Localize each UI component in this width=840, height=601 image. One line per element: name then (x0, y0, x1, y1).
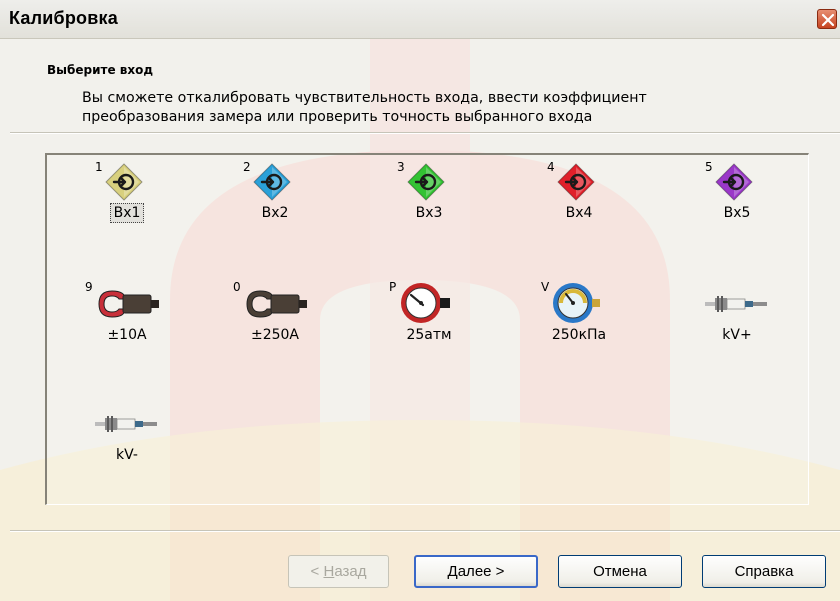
step-description-line1: Вы сможете откалибровать чувствительност… (82, 90, 647, 106)
input-tile[interactable]: kV+ (687, 275, 787, 363)
input-number: 5 (705, 160, 713, 174)
input-tile[interactable]: 3 Вх3 (379, 155, 479, 243)
next-button[interactable]: Далее > (414, 555, 538, 588)
input-label: kV+ (722, 327, 752, 343)
input-connector-icon (557, 163, 595, 201)
spark-plug-icon (95, 416, 157, 432)
input-tile[interactable]: 5 Вх5 (687, 155, 787, 243)
input-label-box: Вх3 (379, 205, 479, 221)
input-label-box: Вх1 (77, 203, 177, 223)
input-label-box: kV- (77, 447, 177, 463)
input-connector-icon (105, 163, 143, 201)
step-title: Выберите вход (47, 63, 154, 77)
input-number: 9 (85, 280, 93, 294)
input-label-box: Вх4 (529, 205, 629, 221)
input-tile[interactable]: kV- (77, 395, 177, 483)
input-list[interactable]: 1 Вх1 2 Вх2 3 Вх3 4 Вх4 5 Вх5 9 ±10А 0 ±… (45, 153, 809, 505)
input-tile[interactable]: 2 Вх2 (225, 155, 325, 243)
input-tile[interactable]: 1 Вх1 (77, 155, 177, 243)
input-label: Вх2 (261, 205, 289, 221)
current-clamp-icon (98, 290, 159, 318)
input-label-box: ±250А (225, 327, 325, 343)
input-tile[interactable]: 4 Вх4 (529, 155, 629, 243)
header-divider (10, 132, 840, 134)
spark-plug-icon (705, 296, 767, 312)
input-label-box: Вх5 (687, 205, 787, 221)
close-button[interactable] (817, 9, 837, 29)
input-label-box: kV+ (687, 327, 787, 343)
input-label: ±10А (107, 327, 147, 343)
next-button-rest: алее > (457, 563, 505, 580)
input-label: 25атм (406, 327, 452, 343)
input-number: 4 (547, 160, 555, 174)
help-button[interactable]: Справка (702, 555, 826, 588)
window-title: Калибровка (9, 8, 118, 28)
input-label: Вх5 (723, 205, 751, 221)
input-label: Вх1 (109, 203, 145, 223)
input-number: P (389, 280, 397, 294)
input-label-box: ±10А (77, 327, 177, 343)
pressure-gauge-icon (401, 283, 450, 323)
input-label-box: 250кПа (529, 327, 629, 343)
back-button-prefix: < (310, 563, 324, 580)
input-label-box: Вх2 (225, 205, 325, 221)
input-number: 3 (397, 160, 405, 174)
footer-divider (10, 530, 840, 532)
back-button[interactable]: < Назад (288, 555, 389, 588)
input-label: kV- (116, 447, 138, 463)
cancel-button[interactable]: Отмена (558, 555, 682, 588)
step-description: Вы сможете откалибровать чувствительност… (82, 89, 782, 127)
input-label: Вх3 (415, 205, 443, 221)
input-tile[interactable]: P 25атм (379, 275, 479, 363)
input-label-box: 25атм (379, 327, 479, 343)
input-label: 250кПа (551, 327, 607, 343)
input-number: 2 (243, 160, 251, 174)
input-number: 1 (95, 160, 103, 174)
current-clamp-icon (246, 290, 307, 318)
input-tile[interactable]: V 250кПа (529, 275, 629, 363)
input-tile[interactable]: 9 ±10А (77, 275, 177, 363)
input-number: V (541, 280, 550, 294)
input-tile[interactable]: 0 ±250А (225, 275, 325, 363)
input-connector-icon (253, 163, 291, 201)
back-button-rest: азад (334, 563, 367, 580)
vacuum-gauge-icon (553, 283, 600, 323)
input-connector-icon (715, 163, 753, 201)
title-bar: Калибровка (0, 0, 840, 39)
input-connector-icon (407, 163, 445, 201)
back-button-accel: Н (323, 563, 335, 580)
input-label: ±250А (250, 327, 300, 343)
step-description-line2: преобразования замера или проверить точн… (82, 109, 593, 125)
input-number: 0 (233, 280, 241, 294)
input-label: Вх4 (565, 205, 593, 221)
close-icon (821, 13, 835, 27)
next-button-accel: Д (447, 563, 458, 580)
